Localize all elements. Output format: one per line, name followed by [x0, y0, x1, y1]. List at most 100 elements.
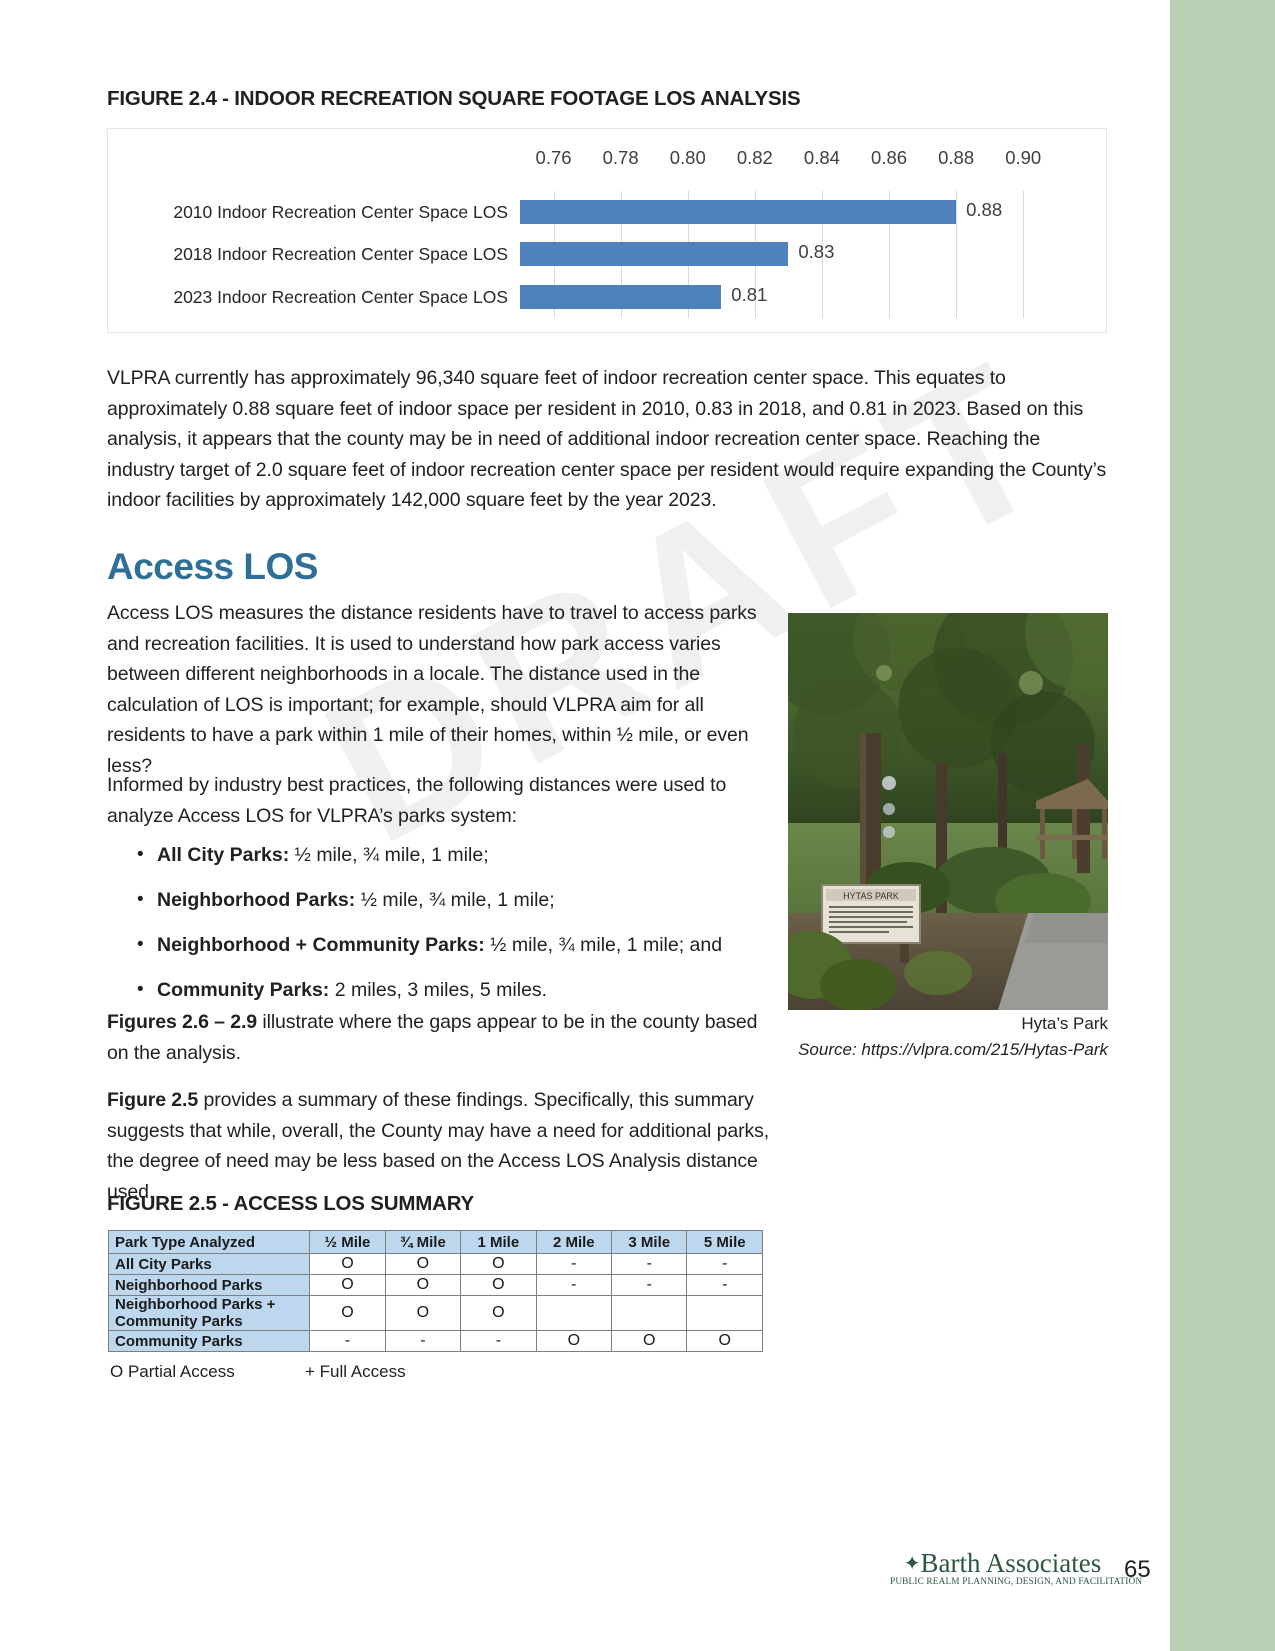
paragraph-figure-25-intro: Figure 2.5 provides a summary of these f… [107, 1085, 772, 1207]
chart-x-tick-label: 0.82 [736, 147, 773, 168]
legend-full-access: + Full Access [305, 1362, 406, 1381]
brand-text: Barth Associates [920, 1548, 1102, 1578]
table-cell: - [384, 1330, 462, 1352]
svg-text:HYTAS PARK: HYTAS PARK [843, 891, 899, 901]
table-row: Neighborhood Parks O O O - - - [107, 1274, 763, 1296]
table-cell: O [384, 1253, 462, 1275]
chart-bar [520, 242, 789, 267]
list-item-text: 2 miles, 3 miles, 5 miles. [329, 979, 548, 1001]
table-cell: - [460, 1330, 537, 1352]
section-heading-access-los: Access LOS [107, 546, 318, 587]
chart-x-tick-label: 0.90 [1005, 147, 1042, 168]
table-row: Community Parks - - - O O O [107, 1330, 763, 1352]
table-cell: O [686, 1330, 763, 1352]
chart-bar-row: 2018 Indoor Recreation Center Space LOS 0… [173, 233, 1040, 275]
table-column-header: Park Type Analyzed [107, 1230, 311, 1254]
list-item: Neighborhood Parks: ½ mile, ¾ mile, 1 mi… [137, 885, 815, 915]
chart-x-tick-label: 0.78 [602, 147, 639, 168]
table-row-header: All City Parks [107, 1253, 311, 1275]
chart-x-tick-label: 0.88 [938, 147, 975, 168]
table-cell: O [535, 1330, 613, 1352]
chart-bar [520, 284, 722, 309]
list-item-text: ½ mile, ¾ mile, 1 mile; [355, 889, 555, 911]
table-row-header: Neighborhood Parks + Community Parks [107, 1295, 311, 1331]
access-los-summary-table: Park Type Analyzed ½ Mile ¾ Mile 1 Mile 2 Mi… [107, 1230, 763, 1352]
table-cell: O [460, 1274, 537, 1296]
table-cell: O [309, 1295, 386, 1331]
list-item-text: ½ mile, ¾ mile, 1 mile; [289, 844, 489, 866]
page-number: 65 [1124, 1556, 1151, 1583]
list-item-label: All City Parks: [157, 844, 290, 866]
table-row-header: Neighborhood Parks [107, 1274, 311, 1296]
table-cell: - [535, 1253, 613, 1275]
photo-source: Source: https://vlpra.com/215/Hytas-Park [798, 1040, 1108, 1059]
table-header-row: Park Type Analyzed ½ Mile ¾ Mile 1 Mile 2 Mi… [107, 1230, 763, 1254]
chart-category-label: 2023 Indoor Recreation Center Space LOS [173, 286, 508, 307]
table-cell: - [309, 1330, 386, 1352]
chart-data-label: 0.81 [731, 283, 768, 305]
table-cell: O [611, 1330, 688, 1352]
table-column-header: 1 Mile [460, 1230, 537, 1254]
figure-2-4-chart: 0.76 0.78 0.80 0.82 0.84 0.86 0.88 0.90 2010 Ind… [107, 128, 1107, 333]
figures-ref-bold: Figures 2.6 – 2.9 [107, 1011, 258, 1033]
table-cell: - [611, 1274, 688, 1296]
table-cell [611, 1295, 688, 1331]
photo-caption: Hyta’s Park [1021, 1014, 1108, 1033]
table-column-header: 2 Mile [535, 1230, 613, 1254]
hytas-park-photo: HYTAS PARK [788, 613, 1108, 1010]
brand-tagline: PUBLIC REALM PLANNING, DESIGN, AND FACIL… [890, 1577, 1143, 1587]
paragraph-figures-26-29: Figures 2.6 – 2.9 illustrate where the g… [107, 1007, 772, 1068]
list-item: All City Parks: ½ mile, ¾ mile, 1 mile; [137, 840, 815, 870]
table-cell: O [460, 1295, 537, 1331]
legend-partial-access: O Partial Access [110, 1362, 235, 1381]
table-column-header: ¾ Mile [384, 1230, 462, 1254]
chart-bar [520, 200, 957, 224]
chart-data-label: 0.88 [966, 199, 1003, 220]
document-page: DRAFT FIGURE 2.4 - INDOOR RECREATION SQU… [0, 0, 1168, 1651]
edge-bar-gutter [1163, 0, 1170, 1651]
chart-x-tick-label: 0.84 [803, 147, 840, 168]
table-cell: - [611, 1253, 688, 1275]
table-cell: - [686, 1274, 763, 1296]
page-edge-bar [1170, 0, 1275, 1651]
table-body: All City Parks O O O - - - Neighborhood Parks O O… [107, 1253, 763, 1352]
table-column-header: ½ Mile [309, 1230, 386, 1254]
paragraph-access-los-intro: Access LOS measures the distance residen… [107, 602, 757, 777]
figure-25-ref-bold: Figure 2.5 [107, 1089, 199, 1111]
table-cell: O [384, 1295, 462, 1331]
table-cell [535, 1295, 613, 1331]
distance-bullet-list: All City Parks: ½ mile, ¾ mile, 1 mile;N… [135, 840, 815, 1020]
table-cell: - [686, 1253, 763, 1275]
list-item: Community Parks: 2 miles, 3 miles, 5 mil… [137, 975, 815, 1005]
table-cell: O [384, 1274, 462, 1296]
table-header: Park Type Analyzed ½ Mile ¾ Mile 1 Mile 2 Mi… [107, 1230, 763, 1254]
chart-bar-row: 2023 Indoor Recreation Center Space LOS 0… [173, 276, 1040, 318]
chart-x-tick-label: 0.86 [871, 147, 908, 168]
chart-category-label: 2010 Indoor Recreation Center Space LOS [173, 202, 508, 222]
chart-bar-row: 2010 Indoor Recreation Center Space LOS 0… [173, 191, 1040, 233]
list-item: Neighborhood + Community Parks: ½ mile, … [137, 930, 815, 960]
paragraph-indoor-rec-analysis: VLPRA currently has approximately 96,340… [107, 367, 1107, 511]
chart-plot-area: 0.76 0.78 0.80 0.82 0.84 0.86 0.88 0.90 2010 Ind… [173, 147, 1041, 318]
list-item-label: Neighborhood Parks: [157, 889, 356, 911]
diamond-logo-icon: ✦ [903, 1553, 921, 1575]
table-cell [686, 1295, 763, 1331]
chart-x-tick-label: 0.76 [535, 147, 572, 168]
list-item-label: Community Parks: [157, 979, 330, 1001]
table-cell: O [460, 1253, 537, 1275]
brand-name: ✦Barth Associates [890, 1548, 1115, 1579]
figure-25-ref-rest: provides a summary of these findings. Sp… [107, 1089, 770, 1203]
paragraph-distances-intro: Informed by industry best practices, the… [107, 774, 727, 827]
chart-x-tick-label: 0.80 [669, 147, 706, 168]
list-item-text: ½ mile, ¾ mile, 1 mile; and [484, 934, 723, 956]
chart-category-label: 2018 Indoor Recreation Center Space LOS [173, 244, 508, 265]
footer-logo: ✦Barth Associates PUBLIC REALM PLANNING,… [890, 1548, 1143, 1587]
table-row: All City Parks O O O - - - [107, 1253, 763, 1275]
park-photo-illustration: HYTAS PARK [788, 613, 1108, 1010]
figure-2-5-title: FIGURE 2.5 - ACCESS LOS SUMMARY [107, 1192, 475, 1215]
figure-2-4-title: FIGURE 2.4 - INDOOR RECREATION SQUARE FO… [107, 87, 801, 110]
table-row-header: Community Parks [107, 1330, 311, 1352]
table-column-header: 3 Mile [611, 1230, 688, 1254]
table-column-header: 5 Mile [686, 1230, 763, 1254]
list-item-label: Neighborhood + Community Parks: [157, 934, 485, 956]
